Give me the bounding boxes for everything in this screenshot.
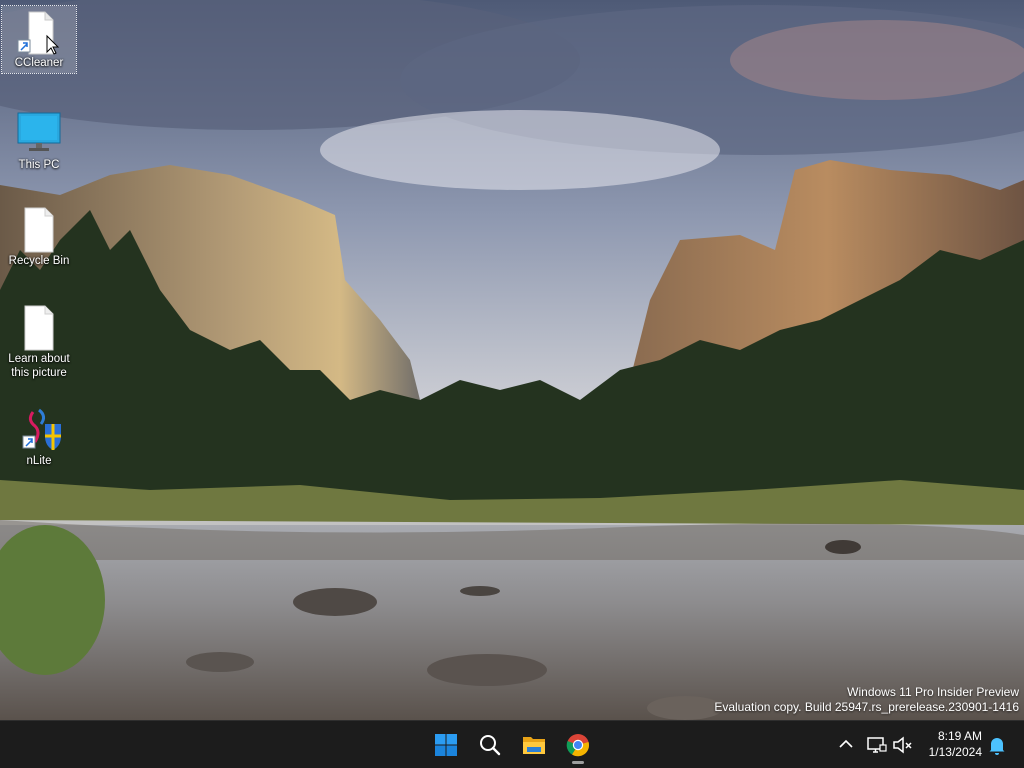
file-explorer-button[interactable]	[514, 725, 554, 765]
nlite-icon	[15, 406, 63, 454]
desktop-icon-nlite[interactable]: nLite	[2, 404, 76, 470]
desktop-icon-label: CCleaner	[14, 57, 64, 69]
taskbar: 8:19 AM 1/13/2024	[0, 720, 1024, 768]
wallpaper-landscape	[0, 0, 1024, 720]
evaluation-watermark: Windows 11 Pro Insider Preview Evaluatio…	[714, 685, 1019, 715]
network-icon	[867, 737, 887, 753]
desktop-icon-learn-about-picture[interactable]: Learn about this picture	[2, 302, 76, 382]
network-status-button[interactable]	[864, 733, 888, 757]
folder-icon	[523, 737, 545, 754]
clock-date: 1/13/2024	[928, 745, 982, 759]
desktop-icon-ccleaner[interactable]: CCleaner	[1, 5, 77, 74]
watermark-build: Evaluation copy. Build 25947.rs_prerelea…	[714, 700, 1019, 714]
chrome-icon	[566, 734, 590, 757]
ccleaner-icon	[15, 8, 63, 56]
notification-bell-icon	[989, 738, 1005, 755]
desktop-icon-label: This PC	[18, 159, 60, 171]
search-button[interactable]	[470, 725, 510, 765]
show-hidden-icons-button[interactable]	[834, 733, 858, 757]
search-icon	[480, 735, 501, 756]
desktop-icon-label: Recycle Bin	[8, 255, 70, 267]
volume-muted-icon	[893, 736, 912, 754]
chrome-button[interactable]	[558, 725, 598, 765]
start-button[interactable]	[426, 725, 466, 765]
chevron-up-icon	[839, 739, 853, 748]
clock[interactable]: 8:19 AM 1/13/2024	[929, 728, 982, 760]
volume-button[interactable]	[890, 733, 914, 757]
watermark-edition: Windows 11 Pro Insider Preview	[847, 685, 1019, 699]
recycle-bin-icon	[15, 206, 63, 254]
desktop[interactable]: CCleaner This PC Recycle Bin Learn about…	[0, 0, 1024, 720]
desktop-icon-label: Learn about this picture	[8, 353, 70, 379]
document-icon	[15, 304, 63, 352]
monitor-icon	[15, 110, 63, 158]
desktop-icon-this-pc[interactable]: This PC	[2, 108, 76, 174]
running-indicator	[572, 761, 584, 764]
windows-logo-icon	[435, 734, 457, 756]
notifications-button[interactable]	[985, 733, 1009, 757]
clock-time: 8:19 AM	[937, 729, 982, 743]
desktop-icon-label: nLite	[26, 455, 52, 467]
desktop-icon-recycle-bin[interactable]: Recycle Bin	[2, 204, 76, 270]
